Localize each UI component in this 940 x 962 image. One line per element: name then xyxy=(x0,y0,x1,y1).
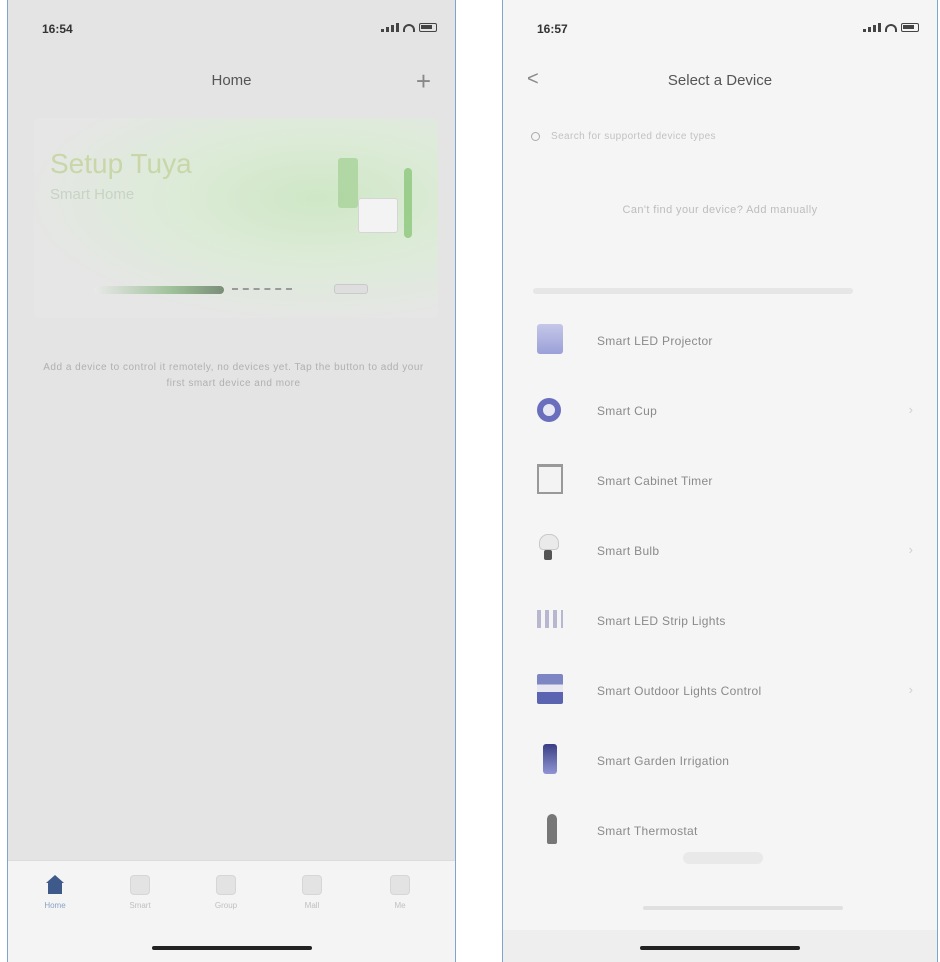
smart-device-illustration xyxy=(328,158,412,258)
tab-home[interactable]: Home xyxy=(25,875,85,910)
setup-banner[interactable]: Setup Tuya Smart Home xyxy=(34,118,438,318)
signal-icon xyxy=(863,22,881,32)
banner-device-strip xyxy=(94,286,224,294)
tab-label: Me xyxy=(394,901,406,910)
banner-hub-illustration xyxy=(334,284,368,294)
device-list: Smart LED Projector Smart Cup › Smart Ca… xyxy=(525,306,917,866)
bulb-icon xyxy=(537,534,559,564)
load-more-indicator xyxy=(683,852,763,864)
page-title: Select a Device xyxy=(667,72,773,89)
chevron-right-icon: › xyxy=(908,682,913,697)
tab-label: Smart xyxy=(129,901,151,910)
search-icon xyxy=(531,132,540,141)
status-time: 16:57 xyxy=(537,22,568,36)
banner-subtitle: Smart Home xyxy=(50,186,135,203)
banner-connection-line xyxy=(232,288,292,290)
chevron-right-icon: › xyxy=(908,542,913,557)
smart-icon xyxy=(130,875,150,895)
select-device-header: < Select a Device xyxy=(503,66,937,96)
device-name: Smart LED Strip Lights xyxy=(597,614,726,628)
home-screen: 16:54 Home + Setup Tuya Smart Home Add a… xyxy=(7,0,456,962)
cabinet-icon xyxy=(537,464,563,494)
page-title: Home xyxy=(211,72,252,89)
irrigation-icon xyxy=(543,744,557,774)
battery-icon xyxy=(901,23,919,32)
device-name: Smart Bulb xyxy=(597,544,660,558)
wifi-icon xyxy=(403,24,415,32)
tab-label: Home xyxy=(44,901,66,910)
search-placeholder: Search for supported device types xyxy=(551,131,716,142)
list-item[interactable]: Smart LED Strip Lights xyxy=(525,586,917,656)
device-name: Smart LED Projector xyxy=(597,334,713,348)
tab-group[interactable]: Group xyxy=(196,875,256,910)
chevron-right-icon: › xyxy=(908,402,913,417)
cup-icon xyxy=(537,398,561,422)
list-item[interactable]: Smart Outdoor Lights Control › xyxy=(525,656,917,726)
list-item[interactable]: Smart Cabinet Timer xyxy=(525,446,917,516)
device-name: Smart Cup xyxy=(597,404,658,418)
tab-smart[interactable]: Smart xyxy=(110,875,170,910)
status-indicators xyxy=(863,22,919,32)
projector-icon xyxy=(537,324,563,354)
device-name: Smart Thermostat xyxy=(597,824,698,838)
group-icon xyxy=(216,875,236,895)
led-strip-icon xyxy=(537,610,563,628)
battery-icon xyxy=(419,23,437,32)
status-indicators xyxy=(381,22,437,32)
tab-label: Group xyxy=(214,901,238,910)
status-time: 16:54 xyxy=(42,22,73,36)
device-search-input[interactable]: Search for supported device types xyxy=(529,126,907,150)
me-icon xyxy=(390,875,410,895)
thermostat-icon xyxy=(547,814,557,844)
home-header: Home + xyxy=(8,66,455,96)
device-name: Smart Cabinet Timer xyxy=(597,474,713,488)
divider xyxy=(643,906,843,910)
tab-me[interactable]: Me xyxy=(370,875,430,910)
list-item[interactable]: Smart Garden Irrigation xyxy=(525,726,917,796)
outdoor-light-icon xyxy=(537,674,563,704)
tab-mall[interactable]: Mall xyxy=(282,875,342,910)
banner-title: Setup Tuya xyxy=(50,148,192,179)
empty-state-note: Add a device to control it remotely, no … xyxy=(43,362,424,389)
home-indicator[interactable] xyxy=(640,946,800,950)
wifi-icon xyxy=(885,24,897,32)
status-bar: 16:54 xyxy=(8,18,455,38)
signal-icon xyxy=(381,22,399,32)
tab-label: Mall xyxy=(304,901,320,910)
home-icon xyxy=(45,875,65,895)
list-item[interactable]: Smart Bulb › xyxy=(525,516,917,586)
list-item[interactable]: Smart LED Projector xyxy=(525,306,917,376)
select-device-screen: 16:57 < Select a Device Search for suppo… xyxy=(502,0,938,962)
list-item[interactable]: Smart Cup › xyxy=(525,376,917,446)
status-bar: 16:57 xyxy=(503,18,937,38)
home-indicator[interactable] xyxy=(151,946,312,950)
add-device-button[interactable]: + xyxy=(416,66,431,97)
device-name: Smart Garden Irrigation xyxy=(597,754,730,768)
divider xyxy=(533,288,853,294)
add-manually-hint[interactable]: Can't find your device? Add manually xyxy=(503,204,937,216)
device-name: Smart Outdoor Lights Control xyxy=(597,684,762,698)
mall-icon xyxy=(302,875,322,895)
